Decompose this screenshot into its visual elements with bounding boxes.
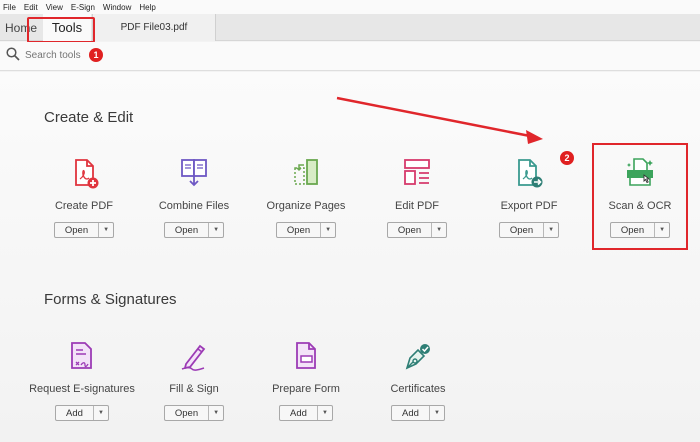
- tool-label: Create PDF: [54, 200, 114, 212]
- combine-files-icon: [181, 159, 207, 187]
- open-button[interactable]: Open ▼: [163, 405, 225, 421]
- fill-sign-icon: [181, 344, 206, 371]
- edit-pdf-icon: [404, 159, 430, 185]
- tool-fill-sign: Fill & Sign Open ▼: [139, 340, 249, 421]
- chevron-down-icon[interactable]: ▼: [432, 223, 446, 237]
- tool-edit-pdf: Edit PDF Open ▼: [362, 157, 472, 238]
- open-button[interactable]: Open ▼: [53, 222, 115, 238]
- tool-label: Organize Pages: [266, 200, 346, 212]
- menu-esign[interactable]: E-Sign: [71, 3, 95, 12]
- add-button[interactable]: Add ▼: [55, 405, 109, 421]
- export-pdf-icon: [518, 159, 543, 188]
- chevron-down-icon[interactable]: ▼: [94, 406, 108, 420]
- open-button[interactable]: Open ▼: [163, 222, 225, 238]
- menu-file[interactable]: File: [3, 3, 16, 12]
- tool-prepare-form: Prepare Form Add ▼: [251, 340, 361, 421]
- menu-edit[interactable]: Edit: [24, 3, 38, 12]
- chevron-down-icon[interactable]: ▼: [99, 223, 113, 237]
- section-title-forms-signatures: Forms & Signatures: [44, 291, 177, 308]
- request-esignatures-icon: [71, 342, 92, 369]
- add-button[interactable]: Add ▼: [279, 405, 333, 421]
- create-pdf-icon: [75, 159, 99, 189]
- tools-tab-highlight: [27, 17, 95, 43]
- search-input[interactable]: [25, 48, 125, 62]
- prepare-form-icon: [296, 342, 316, 369]
- tool-organize-pages: Organize Pages Open ▼: [251, 157, 361, 238]
- tool-combine-files: Combine Files Open ▼: [139, 157, 249, 238]
- open-button[interactable]: Open ▼: [275, 222, 337, 238]
- tool-request-esignatures: Request E-signatures Add ▼: [27, 340, 137, 421]
- chevron-down-icon[interactable]: ▼: [430, 406, 444, 420]
- chevron-down-icon[interactable]: ▼: [544, 223, 558, 237]
- menu-window[interactable]: Window: [103, 3, 131, 12]
- chevron-down-icon[interactable]: ▼: [209, 406, 223, 420]
- step-badge-1: 1: [89, 48, 103, 62]
- certificates-icon: [405, 344, 430, 370]
- tool-label: Combine Files: [158, 200, 230, 212]
- tab-document[interactable]: PDF File03.pdf: [92, 14, 216, 41]
- open-button[interactable]: Open ▼: [498, 222, 560, 238]
- section-title-create-edit: Create & Edit: [44, 109, 134, 126]
- tool-label: Fill & Sign: [169, 383, 219, 395]
- tool-label: Request E-signatures: [29, 383, 135, 395]
- chevron-down-icon[interactable]: ▼: [209, 223, 223, 237]
- tool-create-pdf: Create PDF Open ▼: [29, 157, 139, 238]
- tool-label: Edit PDF: [394, 200, 439, 212]
- tool-label: Prepare Form: [272, 383, 340, 395]
- menu-bar: File Edit View E-Sign Window Help: [0, 0, 700, 14]
- chevron-down-icon[interactable]: ▼: [321, 223, 335, 237]
- tab-bar: Home Tools PDF File03.pdf: [0, 14, 700, 41]
- search-icon: [6, 47, 20, 61]
- chevron-down-icon[interactable]: ▼: [318, 406, 332, 420]
- tool-label: Certificates: [390, 383, 446, 395]
- scan-ocr-highlight: [592, 143, 688, 250]
- tool-export-pdf: Export PDF Open ▼: [474, 157, 584, 238]
- tool-label: Export PDF: [500, 200, 558, 212]
- menu-help[interactable]: Help: [139, 3, 155, 12]
- step-badge-2: 2: [560, 151, 574, 165]
- open-button[interactable]: Open ▼: [386, 222, 448, 238]
- organize-pages-icon: [294, 159, 318, 185]
- add-button[interactable]: Add ▼: [391, 405, 445, 421]
- menu-view[interactable]: View: [46, 3, 63, 12]
- tool-certificates: Certificates Add ▼: [363, 340, 473, 421]
